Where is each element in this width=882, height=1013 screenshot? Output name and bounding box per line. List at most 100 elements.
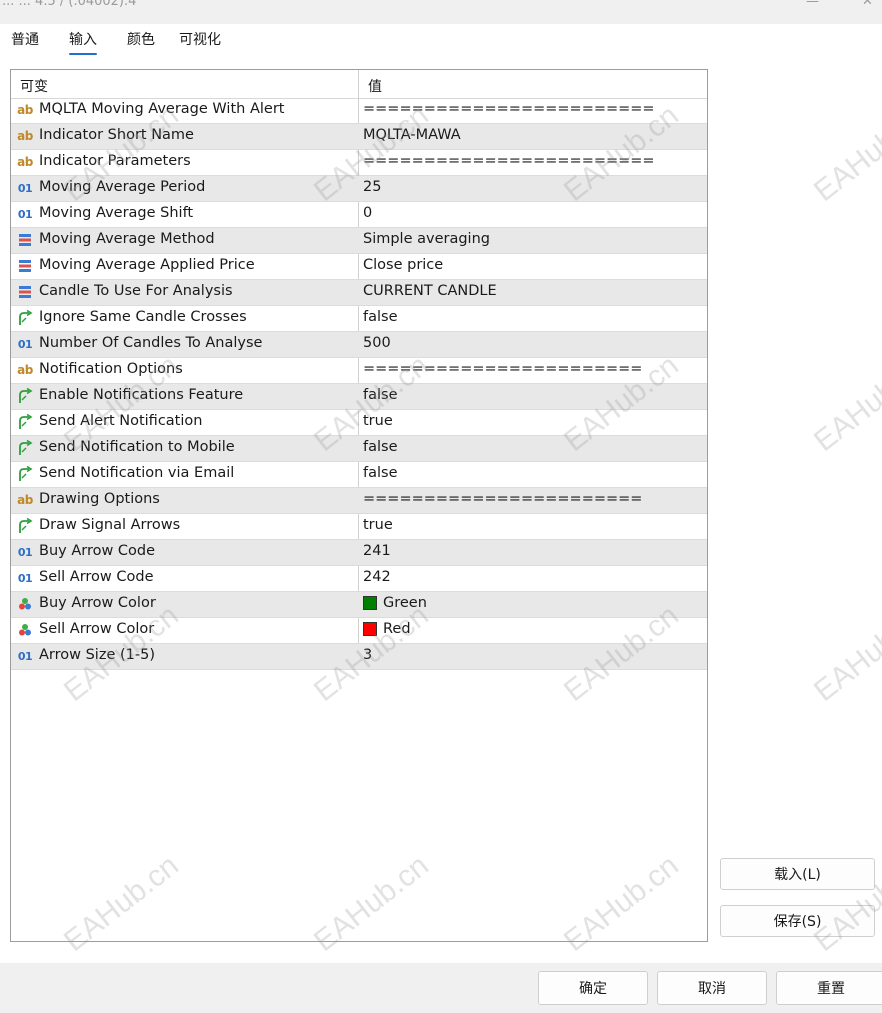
parameter-name: Send Notification via Email <box>39 465 235 481</box>
string-type-icon: ab <box>17 129 33 143</box>
color-swatch[interactable] <box>363 596 377 610</box>
parameter-value[interactable]: Green <box>363 595 427 611</box>
parameter-name: Candle To Use For Analysis <box>39 283 233 299</box>
table-row[interactable]: Moving Average Applied Price Close price <box>11 254 707 280</box>
table-row[interactable]: 01 Moving Average Shift 0 <box>11 202 707 228</box>
table-row[interactable]: 01 Arrow Size (1-5) 3 <box>11 644 707 670</box>
parameter-value-text: 0 <box>363 205 373 221</box>
cancel-button[interactable]: 取消 <box>657 971 767 1005</box>
parameter-name: Drawing Options <box>39 491 160 507</box>
parameter-value[interactable]: false <box>363 387 398 403</box>
reset-button[interactable]: 重置 <box>776 971 882 1005</box>
table-row[interactable]: 01 Moving Average Period 25 <box>11 176 707 202</box>
parameter-value[interactable]: 242 <box>363 569 391 585</box>
parameter-value-text: ======================= <box>363 491 643 507</box>
table-row[interactable]: Buy Arrow Color Green <box>11 592 707 618</box>
parameter-value[interactable]: ======================= <box>363 361 642 377</box>
parameter-value[interactable]: 3 <box>363 647 372 663</box>
parameter-value[interactable]: false <box>363 439 398 455</box>
table-row[interactable]: Sell Arrow Color Red <box>11 618 707 644</box>
string-type-icon: ab <box>17 493 33 507</box>
close-button[interactable]: ✕ <box>862 0 873 9</box>
integer-type-icon: 01 <box>17 545 33 559</box>
table-row[interactable]: Moving Average Method Simple averaging <box>11 228 707 254</box>
parameter-value[interactable]: 0 <box>363 205 372 221</box>
table-row[interactable]: Ignore Same Candle Crosses false <box>11 306 707 332</box>
parameter-value-text: 242 <box>363 569 391 585</box>
parameter-name: Moving Average Period <box>39 179 206 195</box>
parameter-value[interactable]: ======================== <box>363 101 655 117</box>
table-row[interactable]: Draw Signal Arrows true <box>11 514 707 540</box>
parameter-value[interactable]: MQLTA-MAWA <box>363 127 461 143</box>
parameter-value[interactable]: 241 <box>363 543 391 559</box>
window-title: ... ... 4.5 / (.04002).4 <box>2 0 137 9</box>
boolean-type-icon <box>17 440 33 456</box>
minimize-button[interactable]: — <box>806 0 819 9</box>
parameter-value[interactable]: Red <box>363 621 411 637</box>
parameter-name: MQLTA Moving Average With Alert <box>39 101 285 117</box>
parameter-value[interactable]: ======================= <box>363 491 642 507</box>
column-header-variable[interactable]: 可变 <box>20 76 48 96</box>
table-row[interactable]: 01 Number Of Candles To Analyse 500 <box>11 332 707 358</box>
dialog-footer: 确定 取消 重置 <box>0 963 882 1013</box>
tab-bar: 普通 输入 颜色 可视化 <box>0 24 882 60</box>
save-button[interactable]: 保存(S) <box>720 905 875 937</box>
table-row[interactable]: ab MQLTA Moving Average With Alert =======… <box>11 98 707 124</box>
tab-visualization[interactable]: 可视化 <box>179 29 221 55</box>
parameter-name: Sell Arrow Color <box>39 621 155 637</box>
table-row[interactable]: ab Indicator Short Name MQLTA-MAWA <box>11 124 707 150</box>
parameter-value-text: CURRENT CANDLE <box>363 283 497 299</box>
boolean-type-icon <box>17 310 33 326</box>
parameter-value-text: Red <box>383 621 411 637</box>
table-row[interactable]: Enable Notifications Feature false <box>11 384 707 410</box>
boolean-type-icon <box>17 518 33 534</box>
parameter-value[interactable]: false <box>363 309 398 325</box>
ok-button[interactable]: 确定 <box>538 971 648 1005</box>
parameter-value[interactable]: CURRENT CANDLE <box>363 283 497 299</box>
parameter-name: Moving Average Method <box>39 231 215 247</box>
boolean-type-icon <box>17 388 33 404</box>
parameter-value[interactable]: false <box>363 465 398 481</box>
parameter-value-text: ======================= <box>363 361 643 377</box>
string-type-icon: ab <box>17 363 33 377</box>
tab-inputs[interactable]: 输入 <box>69 29 97 55</box>
parameter-value-text: true <box>363 413 393 429</box>
table-row[interactable]: ab Indicator Parameters ==================… <box>11 150 707 176</box>
parameter-name: Arrow Size (1-5) <box>39 647 155 663</box>
parameter-value[interactable]: Simple averaging <box>363 231 490 247</box>
enum-type-icon <box>17 258 33 274</box>
table-row[interactable]: Send Notification to Mobile false <box>11 436 707 462</box>
load-button[interactable]: 载入(L) <box>720 858 875 890</box>
table-row[interactable]: 01 Buy Arrow Code 241 <box>11 540 707 566</box>
parameter-value[interactable]: 25 <box>363 179 381 195</box>
enum-type-icon <box>17 284 33 300</box>
parameter-name: Moving Average Applied Price <box>39 257 255 273</box>
table-row[interactable]: Send Alert Notification true <box>11 410 707 436</box>
parameter-value[interactable]: 500 <box>363 335 391 351</box>
enum-type-icon <box>17 232 33 248</box>
parameter-name: Notification Options <box>39 361 183 377</box>
parameter-value[interactable]: Close price <box>363 257 443 273</box>
parameter-name: Send Alert Notification <box>39 413 203 429</box>
parameter-value[interactable]: true <box>363 517 393 533</box>
window-titlebar: ... ... 4.5 / (.04002).4 — ✕ <box>0 0 882 24</box>
parameter-value[interactable]: true <box>363 413 393 429</box>
parameter-value-text: MQLTA-MAWA <box>363 127 461 143</box>
parameter-value-text: true <box>363 517 393 533</box>
parameter-value-text: 25 <box>363 179 382 195</box>
color-swatch[interactable] <box>363 622 377 636</box>
table-row[interactable]: Candle To Use For Analysis CURRENT CANDLE <box>11 280 707 306</box>
column-header-value[interactable]: 值 <box>368 76 382 96</box>
boolean-type-icon <box>17 466 33 482</box>
tab-general[interactable]: 普通 <box>11 29 39 55</box>
parameter-value[interactable]: ======================== <box>363 153 655 169</box>
table-row[interactable]: 01 Sell Arrow Code 242 <box>11 566 707 592</box>
table-row[interactable]: ab Drawing Options ======================= <box>11 488 707 514</box>
watermark-text: EAHub.cn <box>808 98 882 209</box>
tab-colors[interactable]: 颜色 <box>127 29 155 55</box>
grid-rows: ab MQLTA Moving Average With Alert =======… <box>11 98 707 670</box>
parameter-value-text: false <box>363 309 398 325</box>
table-row[interactable]: Send Notification via Email false <box>11 462 707 488</box>
parameter-value-text: ======================== <box>363 153 655 169</box>
table-row[interactable]: ab Notification Options ==================… <box>11 358 707 384</box>
